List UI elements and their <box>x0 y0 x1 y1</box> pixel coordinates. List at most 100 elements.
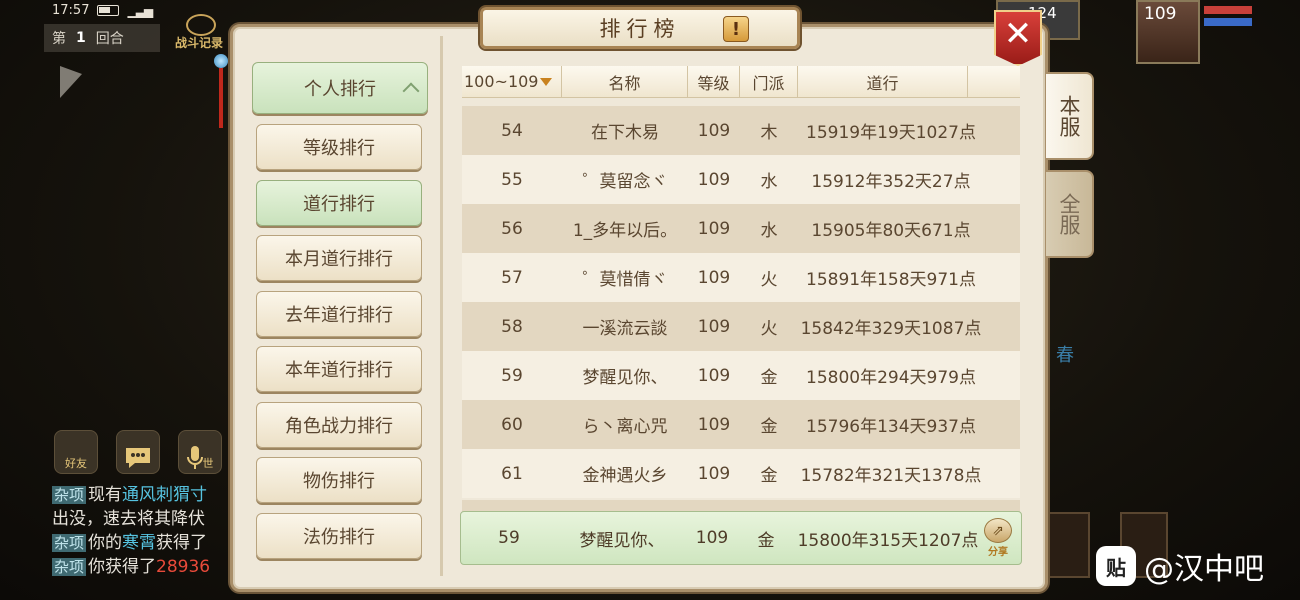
table-row[interactable]: 59 梦醒见你、 109 金 15800年294天979点 <box>462 351 1020 400</box>
cell-level: 109 <box>697 120 731 141</box>
cell-name: ゜莫留念ヾ <box>582 172 668 192</box>
tab-all-servers[interactable]: 全服 <box>1046 170 1094 258</box>
cell-level: 109 <box>697 218 731 239</box>
cell-level: 109 <box>697 365 731 386</box>
column-header-name: 名称 <box>562 66 688 97</box>
cell-school: 金 <box>760 466 778 486</box>
player-hp-mp-bars <box>1204 6 1252 36</box>
my-name: 梦醒见你、 <box>579 530 665 551</box>
friends-button[interactable]: 好友 <box>54 430 98 474</box>
clock: 17:57 <box>52 3 90 18</box>
cell-dao: 15796年134天937点 <box>806 417 976 437</box>
cell-rank: 57 <box>501 267 523 288</box>
cell-rank: 55 <box>501 169 523 190</box>
chat-channel-tag[interactable]: 杂项 <box>52 534 87 552</box>
cell-dao: 15891年158天971点 <box>806 270 976 290</box>
cell-school: 火 <box>760 270 778 290</box>
cell-school: 火 <box>760 319 778 339</box>
menu-item[interactable]: 法伤排行 <box>256 512 422 559</box>
my-rank-row: 59 梦醒见你、 109 金 15800年315天1207点 ⇗ 分享 <box>460 511 1022 565</box>
close-button[interactable]: ✕ <box>994 10 1042 66</box>
menu-item[interactable]: 道行排行 <box>256 179 422 226</box>
cell-name: 在下木易 <box>591 123 659 143</box>
cell-name: ゜莫惜倩ヾ <box>582 270 668 290</box>
chevron-up-icon <box>402 82 420 100</box>
cell-school: 木 <box>760 123 778 143</box>
cell-name: 梦醒见你、 <box>582 368 668 388</box>
title-plaque: 排行榜 ! <box>480 7 800 49</box>
cell-dao: 15800年294天979点 <box>806 368 976 388</box>
menu-item[interactable]: 本年道行排行 <box>256 346 422 392</box>
cell-rank: 59 <box>501 365 523 386</box>
chat-toolbar: 好友 世 <box>54 430 222 474</box>
cell-name: 金神遇火乡 <box>582 466 668 486</box>
chat-log: 杂项 现有通风刺猬寸 出没，速去将其降伏 杂项 你的寒霄获得了 杂项 你获得了28936 <box>52 483 242 579</box>
table-row[interactable]: 57 ゜莫惜倩ヾ 109 火 15891年158天971点 <box>462 253 1020 302</box>
table-rows[interactable]: 54 在下木易 109 木 15919年19天1027点 55 ゜莫留念ヾ 109 水 15912… <box>462 106 1020 498</box>
cell-level: 109 <box>697 463 731 484</box>
microphone-icon <box>186 446 203 469</box>
chat-bubble-icon[interactable] <box>116 430 160 474</box>
status-bar: 17:57 ▁▃▅ <box>52 3 153 18</box>
table-row[interactable]: 56 1_多年以后。 109 水 15905年80天671点 <box>462 204 1020 253</box>
cell-school: 金 <box>760 417 778 437</box>
cell-dao: 15912年352天27点 <box>811 172 971 192</box>
cell-school: 金 <box>760 368 778 388</box>
my-dao: 15800年315天1207点 <box>797 530 979 551</box>
share-button[interactable]: ⇗ 分享 <box>981 518 1015 558</box>
cell-name: ら丶离心咒 <box>582 417 668 437</box>
level-range-dropdown[interactable]: 100~109 <box>462 66 562 97</box>
play-arrow-icon[interactable] <box>60 57 82 99</box>
cell-name: 一溪流云談 <box>582 319 668 339</box>
chat-line: 杂项 你的寒霄获得了 <box>52 533 208 553</box>
column-header-school: 门派 <box>740 66 798 97</box>
cell-school: 水 <box>760 221 778 241</box>
cell-dao: 15905年80天671点 <box>811 221 971 241</box>
table-row[interactable]: 61 金神遇火乡 109 金 15782年321天1378点 <box>462 449 1020 498</box>
table-row[interactable]: 55 ゜莫留念ヾ 109 水 15912年352天27点 <box>462 155 1020 204</box>
cell-rank: 60 <box>501 414 523 435</box>
tieba-logo: 贴 <box>1096 546 1136 586</box>
my-level: 109 <box>695 528 729 548</box>
chat-channel-tag[interactable]: 杂项 <box>52 486 87 504</box>
watermark: 贴 @汉中吧 <box>1096 544 1264 588</box>
menu-item[interactable]: 去年道行排行 <box>256 290 422 337</box>
cell-level: 109 <box>697 169 731 190</box>
cell-level: 109 <box>697 414 731 435</box>
table-row[interactable]: 54 在下木易 109 木 15919年19天1027点 <box>462 106 1020 155</box>
chat-line: 出没，速去将其降伏 <box>52 509 205 529</box>
menu-item[interactable]: 等级排行 <box>256 124 422 170</box>
column-header-dao: 道行 <box>798 66 968 97</box>
chat-channel-tag[interactable]: 杂项 <box>52 558 87 576</box>
cell-level: 109 <box>697 316 731 337</box>
spring-text: 春 <box>1056 345 1074 366</box>
battery-icon <box>97 5 120 16</box>
cell-level: 109 <box>697 267 731 288</box>
cell-dao: 15842年329天1087点 <box>800 319 982 339</box>
menu-item[interactable]: 角色战力排行 <box>256 401 422 448</box>
ranking-menu: 个人排行 等级排行道行排行本月道行排行 去年道行排行 本年道行排行 角色战力排行 物伤排… <box>244 60 434 575</box>
my-school: 金 <box>757 530 775 551</box>
menu-header-personal[interactable]: 个人排行 <box>252 62 428 114</box>
menu-divider <box>440 36 443 576</box>
cell-rank: 58 <box>501 316 523 337</box>
info-icon[interactable]: ! <box>723 16 749 42</box>
table-row[interactable]: 60 ら丶离心咒 109 金 15796年134天937点 <box>462 400 1020 449</box>
column-header-level: 等级 <box>688 66 740 97</box>
round-counter: 第 1 回合 <box>44 24 160 52</box>
table-header: 100~109 名称 等级 门派 道行 <box>462 66 1020 98</box>
player-avatar[interactable]: 109 <box>1136 0 1200 64</box>
menu-item[interactable]: 本月道行排行 <box>256 235 422 281</box>
dropdown-arrow-icon <box>540 77 553 86</box>
menu-item[interactable]: 物伤排行 <box>256 457 422 503</box>
share-icon: ⇗ <box>984 518 1012 543</box>
voice-world-button[interactable]: 世 <box>178 430 222 474</box>
ranking-table: 100~109 名称 等级 门派 道行 54 在下木易 109 木 15919年19天1… <box>460 64 1022 568</box>
skill-slot[interactable] <box>1042 512 1090 578</box>
cell-rank: 54 <box>501 120 523 141</box>
cell-dao: 15919年19天1027点 <box>806 123 976 143</box>
table-row[interactable]: 58 一溪流云談 109 火 15842年329天1087点 <box>462 302 1020 351</box>
jade-pendant-decoration <box>214 36 228 156</box>
chat-line: 杂项 现有通风刺猬寸 <box>52 485 208 505</box>
tab-this-server[interactable]: 本服 <box>1046 72 1094 160</box>
